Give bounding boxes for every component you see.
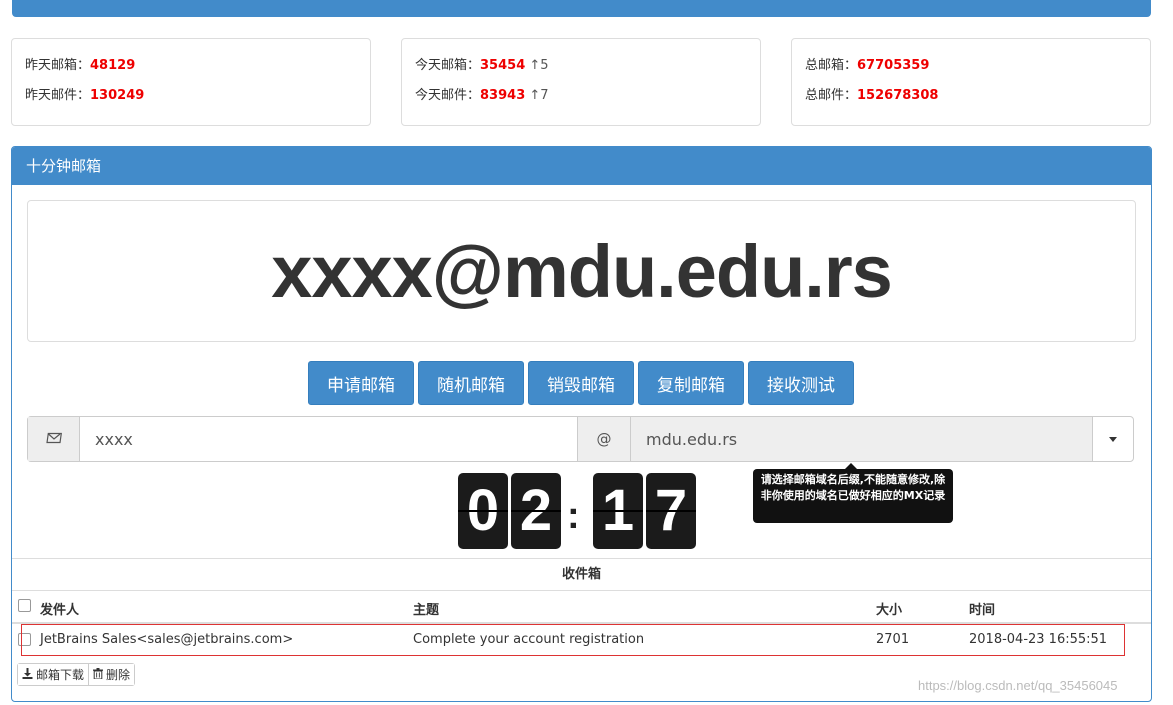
stat-value: 152678308 [857, 88, 939, 103]
stat-today-mails: 今天邮件：83943 ↑7 [415, 84, 549, 103]
stats-card-yesterday: 昨天邮箱：48129 昨天邮件：130249 [11, 38, 371, 126]
receive-test-button[interactable]: 接收测试 [748, 361, 854, 405]
domain-dropdown-button[interactable] [1092, 417, 1133, 461]
copy-mailbox-button[interactable]: 复制邮箱 [638, 361, 744, 405]
stat-label: 昨天邮箱： [25, 58, 91, 73]
stat-label: 总邮件： [805, 88, 858, 103]
stat-yesterday-boxes: 昨天邮箱：48129 [25, 54, 135, 73]
top-banner [12, 0, 1151, 17]
download-mailbox-button[interactable]: 邮箱下载 [18, 664, 89, 685]
email-address-display[interactable]: xxxx@mdu.edu.rs [271, 229, 893, 314]
inbox-title: 收件箱 [12, 558, 1151, 591]
column-sender: 发件人 [40, 603, 80, 618]
row-highlight-box [21, 624, 1125, 656]
stats-card-today: 今天邮箱：35454 ↑5 今天邮件：83943 ↑7 [401, 38, 761, 126]
random-mailbox-button[interactable]: 随机邮箱 [418, 361, 524, 405]
stat-delta: ↑7 [529, 88, 549, 103]
stat-yesterday-mails: 昨天邮件：130249 [25, 84, 144, 103]
stat-value: 48129 [90, 58, 136, 73]
delete-button[interactable]: 删除 [88, 664, 135, 685]
ten-minute-mail-panel: 十分钟邮箱 xxxx@mdu.edu.rs 申请邮箱 随机邮箱 销毁邮箱 复制邮… [11, 146, 1152, 702]
watermark: https://blog.csdn.net/qq_35456045 [918, 678, 1118, 693]
column-subject: 主题 [413, 603, 440, 618]
panel-title: 十分钟邮箱 [12, 147, 1151, 185]
email-display-box: xxxx@mdu.edu.rs [27, 200, 1136, 342]
stat-label: 今天邮件： [415, 88, 481, 103]
destroy-mailbox-button[interactable]: 销毁邮箱 [528, 361, 634, 405]
stat-value: 130249 [90, 88, 145, 103]
trash-icon [93, 667, 104, 682]
stat-label: 总邮箱： [805, 58, 858, 73]
timer-digit-seconds-ones: 7 [646, 473, 696, 549]
timer-digit-minutes-ones: 2 [511, 473, 561, 549]
stat-value: 83943 [480, 88, 526, 103]
stat-label: 今天邮箱： [415, 58, 481, 73]
stat-label: 昨天邮件： [25, 88, 91, 103]
download-icon [22, 667, 33, 682]
stat-value: 67705359 [857, 58, 930, 73]
timer-digit-minutes-tens: 0 [458, 473, 508, 549]
column-size: 大小 [876, 603, 903, 618]
timer-digit-seconds-tens: 1 [593, 473, 643, 549]
envelope-addon [28, 417, 80, 461]
inbox-actions: 邮箱下载 删除 [17, 663, 136, 686]
action-buttons: 申请邮箱 随机邮箱 销毁邮箱 复制邮箱 接收测试 [308, 361, 854, 405]
caret-down-icon [1109, 436, 1117, 442]
stat-total-boxes: 总邮箱：67705359 [805, 54, 929, 73]
domain-select[interactable]: mdu.edu.rs [631, 417, 1092, 461]
timer-separator: : [567, 495, 580, 537]
column-time: 时间 [969, 603, 996, 618]
apply-mailbox-button[interactable]: 申请邮箱 [308, 361, 414, 405]
download-label: 邮箱下载 [36, 668, 85, 682]
at-addon: @ [577, 417, 631, 461]
stat-total-mails: 总邮件：152678308 [805, 84, 938, 103]
mailbox-input-group: @ mdu.edu.rs [27, 416, 1134, 462]
envelope-icon [45, 430, 62, 448]
select-all-checkbox[interactable] [18, 599, 31, 612]
stat-today-boxes: 今天邮箱：35454 ↑5 [415, 54, 549, 73]
inbox-table-header: 发件人 主题 大小 时间 [12, 590, 1151, 624]
delete-label: 删除 [106, 668, 131, 682]
username-input[interactable] [80, 417, 577, 461]
domain-tooltip: 请选择邮箱域名后缀,不能随意修改,除非你使用的域名已做好相应的MX记录 [753, 463, 953, 523]
stat-delta: ↑5 [529, 58, 549, 73]
stats-card-total: 总邮箱：67705359 总邮件：152678308 [791, 38, 1151, 126]
stat-value: 35454 [480, 58, 526, 73]
